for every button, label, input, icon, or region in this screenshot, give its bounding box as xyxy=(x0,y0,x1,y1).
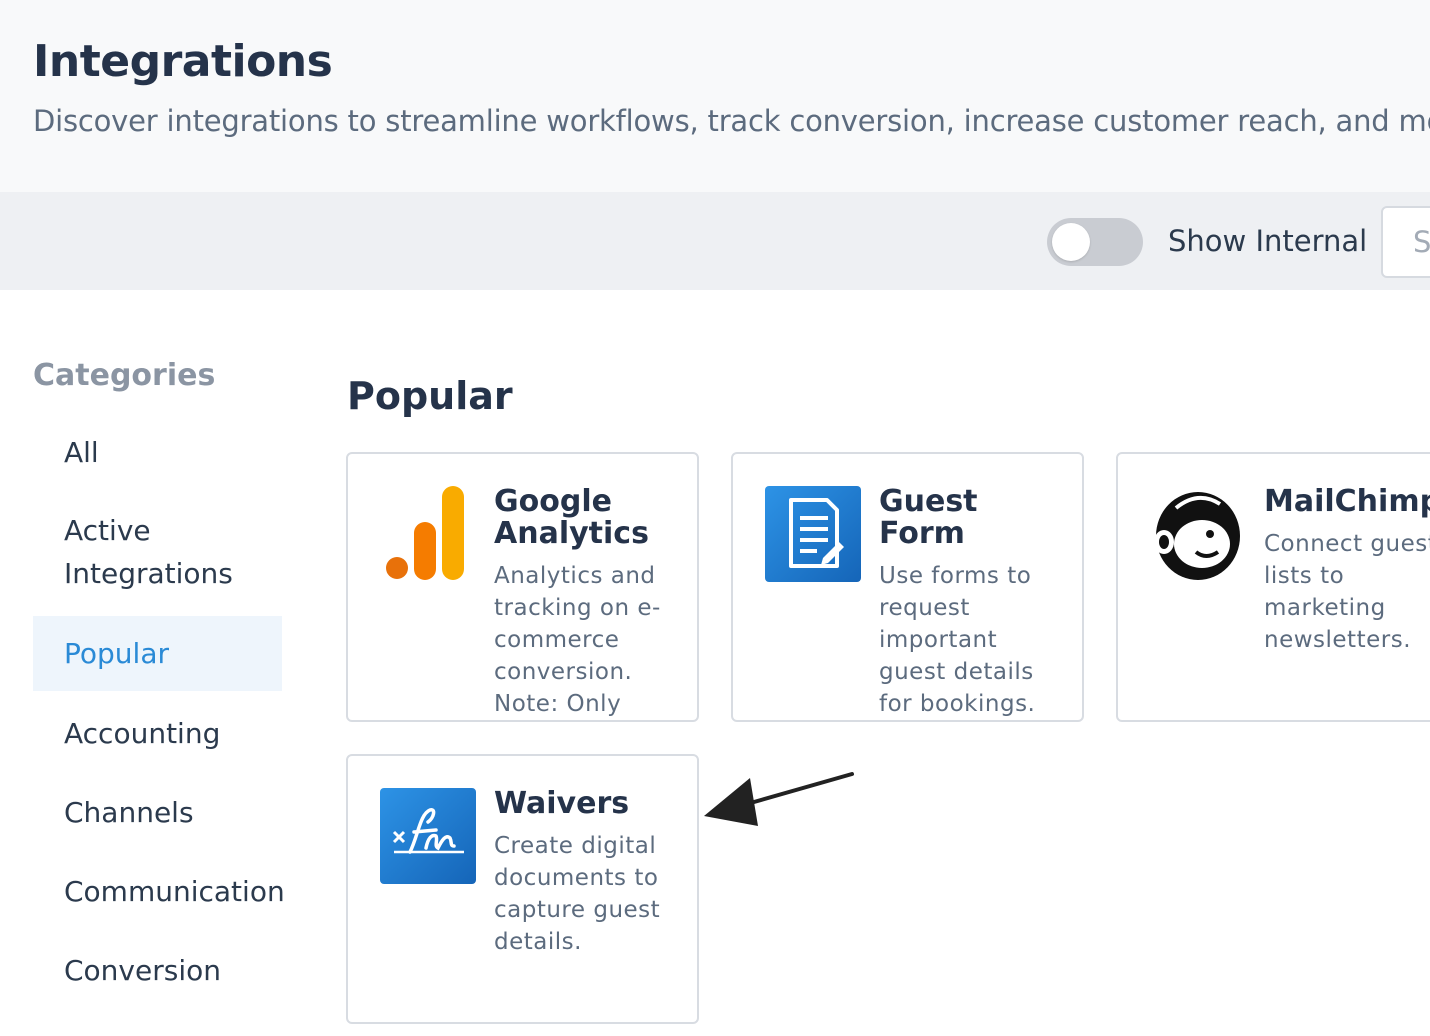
category-item-channels[interactable]: Channels xyxy=(33,791,282,834)
integration-card-guest-form[interactable]: Guest Form Use forms to request importan… xyxy=(731,452,1084,722)
category-item-communication[interactable]: Communication xyxy=(33,870,285,913)
card-description: Analytics and tracking on e-commerce con… xyxy=(494,563,661,717)
integration-card-waivers[interactable]: Waivers Create digital documents to capt… xyxy=(346,754,699,1024)
card-description: Use forms to request important guest det… xyxy=(879,563,1036,717)
category-item-conversion[interactable]: Conversion xyxy=(33,949,282,992)
search-input[interactable] xyxy=(1381,206,1430,278)
filter-toolbar: Show Internal xyxy=(0,192,1430,290)
card-title: Guest Form xyxy=(879,484,978,551)
category-item-active-integrations[interactable]: Active Integrations xyxy=(33,509,282,595)
category-label: Conversion xyxy=(64,954,221,987)
integrations-page: Integrations Discover integrations to st… xyxy=(0,0,1430,1036)
categories-heading: Categories xyxy=(33,358,216,393)
mailchimp-logo-icon xyxy=(1154,492,1240,580)
category-label: All xyxy=(64,436,99,469)
toggle-knob xyxy=(1052,223,1090,261)
category-label: Communication xyxy=(64,875,285,908)
category-label: Channels xyxy=(64,796,194,829)
page-subtitle: Discover integrations to streamline work… xyxy=(33,104,1430,138)
page-title: Integrations xyxy=(33,36,333,87)
card-description: Connect guest lists to marketing newslet… xyxy=(1264,531,1430,653)
integration-card-google-analytics[interactable]: Google Analytics Analytics and tracking … xyxy=(346,452,699,722)
category-label: Active Integrations xyxy=(64,514,233,590)
signature-icon xyxy=(380,788,476,884)
google-analytics-logo-icon xyxy=(386,486,464,580)
card-title: Waivers xyxy=(494,786,630,821)
show-internal-toggle[interactable] xyxy=(1047,218,1143,266)
category-item-popular[interactable]: Popular xyxy=(33,616,282,691)
page-header: Integrations Discover integrations to st… xyxy=(0,0,1430,192)
form-document-icon xyxy=(765,486,861,582)
category-item-all[interactable]: All xyxy=(33,431,282,474)
category-label: Accounting xyxy=(64,717,221,750)
content-area: Categories All Active Integrations Popul… xyxy=(0,290,1430,1036)
card-title: Google Analytics xyxy=(494,484,649,551)
card-description: Create digital documents to capture gues… xyxy=(494,833,661,955)
integration-card-mailchimp[interactable]: MailChimp Connect guest lists to marketi… xyxy=(1116,452,1430,722)
section-title: Popular xyxy=(347,374,513,418)
card-title: MailChimp xyxy=(1264,484,1430,519)
category-label: Popular xyxy=(64,637,169,670)
annotation-arrow-icon xyxy=(704,772,854,826)
category-item-accounting[interactable]: Accounting xyxy=(33,712,282,755)
show-internal-label: Show Internal xyxy=(1168,224,1368,258)
